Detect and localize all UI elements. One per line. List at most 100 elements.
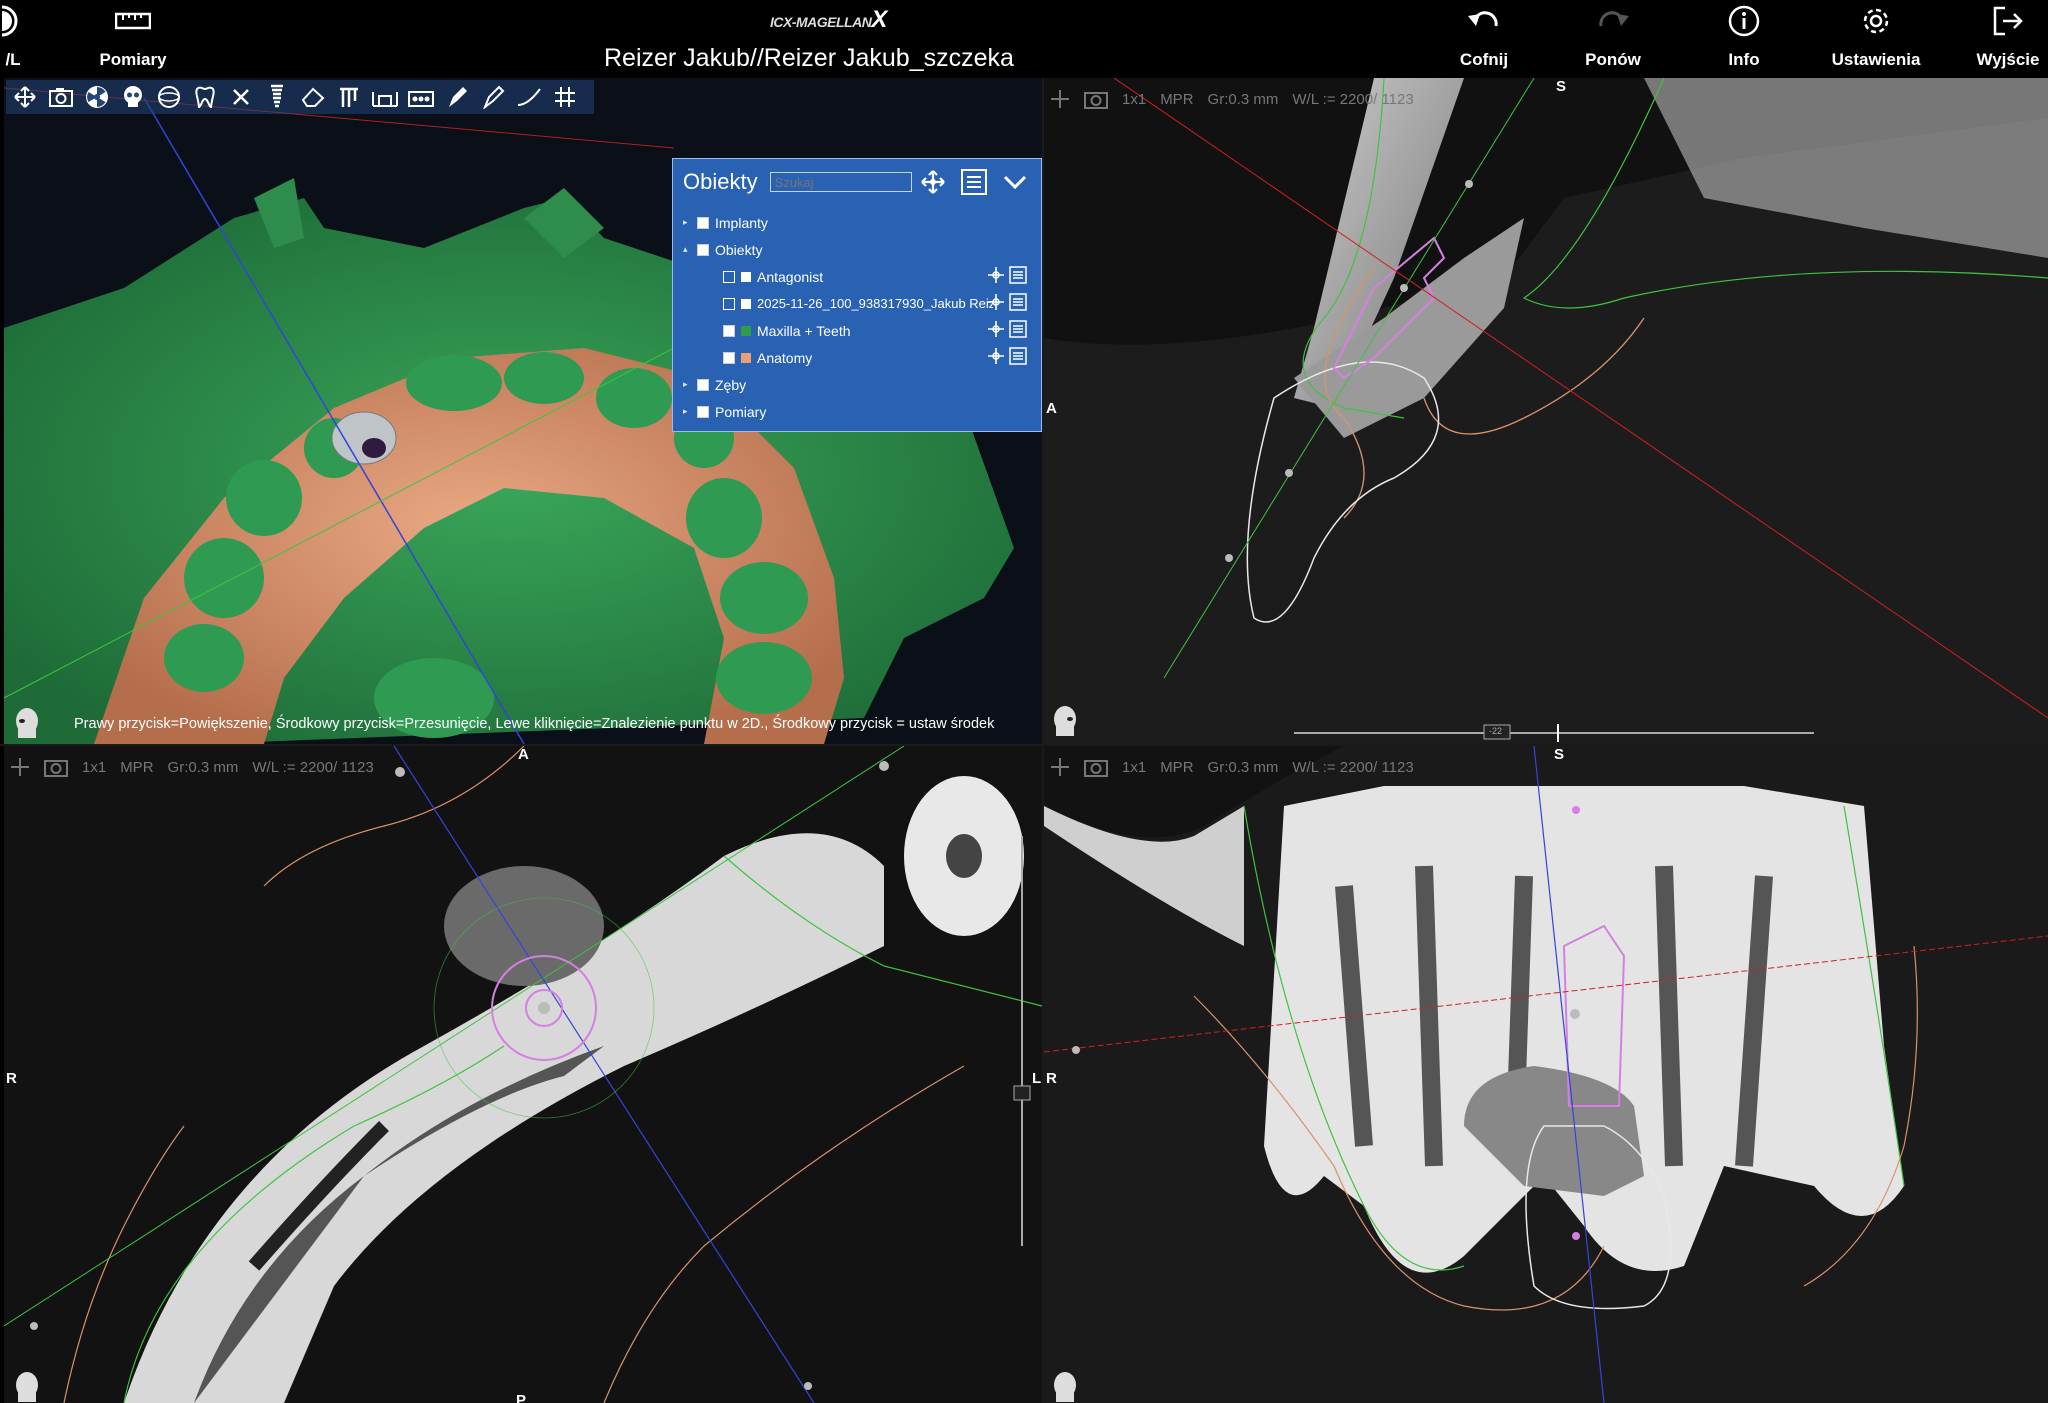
objects-search-input[interactable] (769, 172, 912, 192)
window-level-label[interactable]: W/L := 2200/ 1123 (1292, 759, 1413, 776)
redo-button[interactable]: Ponów (1580, 0, 1646, 78)
pan-icon[interactable] (10, 757, 30, 777)
contrast-icon (0, 2, 26, 40)
pan-icon[interactable] (1050, 757, 1070, 777)
thickness-label[interactable]: Gr:0.3 mm (1208, 759, 1279, 776)
expand-icon[interactable]: ▸ (683, 217, 697, 228)
tree-item-teeth[interactable]: ▸ Zęby (683, 371, 746, 398)
list-menu-icon[interactable] (1009, 320, 1027, 341)
color-swatch[interactable] (741, 271, 751, 282)
tree-item-antagonist[interactable]: Antagonist (723, 263, 1033, 290)
settings-button[interactable]: Ustawienia (1832, 0, 1920, 78)
tree-item-implants[interactable]: ▸ Implanty (683, 209, 768, 236)
pan-icon[interactable] (10, 82, 40, 112)
head-orientation-icon[interactable] (10, 706, 44, 744)
checkbox[interactable] (697, 216, 709, 229)
mode-label[interactable]: MPR (1160, 759, 1193, 776)
window-level-button[interactable]: /L (0, 0, 26, 78)
list-menu-icon[interactable] (1009, 347, 1027, 368)
thickness-label[interactable]: Gr:0.3 mm (1208, 91, 1279, 108)
camera-icon[interactable] (1084, 89, 1108, 109)
visibility-checkbox[interactable] (723, 297, 735, 310)
tree-item-objects[interactable]: ▴ Obiekty (683, 236, 762, 263)
slice-slider-value[interactable]: -22 (1489, 726, 1502, 736)
checkbox[interactable] (697, 378, 709, 391)
panoramic-icon[interactable] (370, 82, 400, 112)
list-menu-icon[interactable] (960, 168, 988, 196)
viewport-divider[interactable] (0, 744, 2048, 746)
info-button[interactable]: Info (1722, 0, 1766, 78)
move-icon[interactable] (987, 266, 1005, 287)
orientation-top: S (1556, 78, 1567, 95)
window-level-label[interactable]: W/L := 2200/ 1123 (1292, 91, 1413, 108)
viewport-header: 1x1 MPR Gr:0.3 mm W/L := 2200/ 1123 (1050, 84, 1414, 114)
viewport-axial[interactable]: 1x1 MPR Gr:0.3 mm W/L := 2200/ 1123 A R … (4, 746, 1042, 1403)
exit-button[interactable]: Wyjście (1976, 0, 2040, 78)
sphere-icon[interactable] (154, 82, 184, 112)
window-level-label[interactable]: W/L := 2200/ 1123 (252, 759, 373, 776)
move-icon[interactable] (987, 320, 1005, 341)
skull-icon[interactable] (118, 82, 148, 112)
checkbox[interactable] (697, 243, 709, 256)
checkbox[interactable] (697, 405, 709, 418)
expand-icon[interactable]: ▸ (683, 406, 697, 417)
head-orientation-icon[interactable] (10, 1370, 44, 1403)
tree-item-anatomy[interactable]: Anatomy (723, 344, 1033, 371)
pen-outline-icon[interactable] (478, 82, 508, 112)
tooth-icon[interactable] (190, 82, 220, 112)
viewport-coronal[interactable]: 1x1 MPR Gr:0.3 mm W/L := 2200/ 1123 S R (1044, 746, 2048, 1403)
app-logo: ICX-MAGELLANX (770, 6, 887, 33)
pen-icon[interactable] (442, 82, 472, 112)
orientation-top: S (1554, 746, 1565, 763)
visibility-checkbox[interactable] (723, 351, 735, 364)
mode-label[interactable]: MPR (120, 759, 153, 776)
viewport-3d[interactable]: Obiekty ▸Implanty ▴Obiekty Antagonist 20… (4, 78, 1042, 744)
move-icon[interactable] (987, 347, 1005, 368)
tree-item-scan[interactable]: 2025-11-26_100_938317930_Jakub Reizer (723, 290, 1033, 317)
chevron-down-icon[interactable] (1002, 173, 1028, 191)
close-icon[interactable] (226, 82, 256, 112)
eraser-icon[interactable] (298, 82, 328, 112)
camera-icon[interactable] (44, 757, 68, 777)
undo-icon (1466, 2, 1502, 40)
head-orientation-icon[interactable] (1048, 1370, 1082, 1403)
viewport-divider[interactable] (1042, 78, 1044, 1403)
color-swatch[interactable] (741, 298, 751, 309)
thickness-label[interactable]: Gr:0.3 mm (168, 759, 239, 776)
color-swatch[interactable] (741, 325, 751, 336)
layout-label[interactable]: 1x1 (82, 759, 106, 776)
tree-item-measurements[interactable]: ▸ Pomiary (683, 398, 766, 425)
tree-item-maxilla[interactable]: Maxilla + Teeth (723, 317, 1033, 344)
head-orientation-icon[interactable] (1048, 704, 1082, 743)
viewport-sagittal[interactable]: 1x1 MPR Gr:0.3 mm W/L := 2200/ 1123 S A … (1044, 78, 2048, 744)
mouse-hint-text: Prawy przycisk=Powiększenie, Środkowy pr… (74, 716, 995, 732)
orientation-bottom: P (516, 1392, 527, 1403)
logout-icon (1991, 2, 2025, 40)
radiation-icon[interactable] (82, 82, 112, 112)
grid-icon[interactable] (550, 82, 580, 112)
move-icon[interactable] (920, 169, 946, 195)
collapse-icon[interactable]: ▴ (683, 244, 697, 255)
expand-icon[interactable]: ▸ (683, 379, 697, 390)
visibility-checkbox[interactable] (723, 270, 735, 283)
orientation-top: A (518, 746, 529, 763)
camera-icon[interactable] (1084, 757, 1108, 777)
move-icon[interactable] (987, 293, 1005, 314)
ruler-icon (115, 2, 151, 40)
implant-icon[interactable] (262, 82, 292, 112)
color-swatch[interactable] (741, 352, 751, 363)
curve-icon[interactable] (514, 82, 544, 112)
undo-button[interactable]: Cofnij (1452, 0, 1516, 78)
layout-label[interactable]: 1x1 (1122, 91, 1146, 108)
list-menu-icon[interactable] (1009, 266, 1027, 287)
viewport-header: 1x1 MPR Gr:0.3 mm W/L := 2200/ 1123 (1050, 752, 1414, 782)
list-menu-icon[interactable] (1009, 293, 1027, 314)
cross-section-icon[interactable] (406, 82, 436, 112)
visibility-checkbox[interactable] (723, 324, 735, 337)
pan-icon[interactable] (1050, 89, 1070, 109)
mode-label[interactable]: MPR (1160, 91, 1193, 108)
camera-icon[interactable] (46, 82, 76, 112)
nerve-canal-icon[interactable] (334, 82, 364, 112)
measurements-button[interactable]: Pomiary (96, 0, 170, 78)
layout-label[interactable]: 1x1 (1122, 759, 1146, 776)
